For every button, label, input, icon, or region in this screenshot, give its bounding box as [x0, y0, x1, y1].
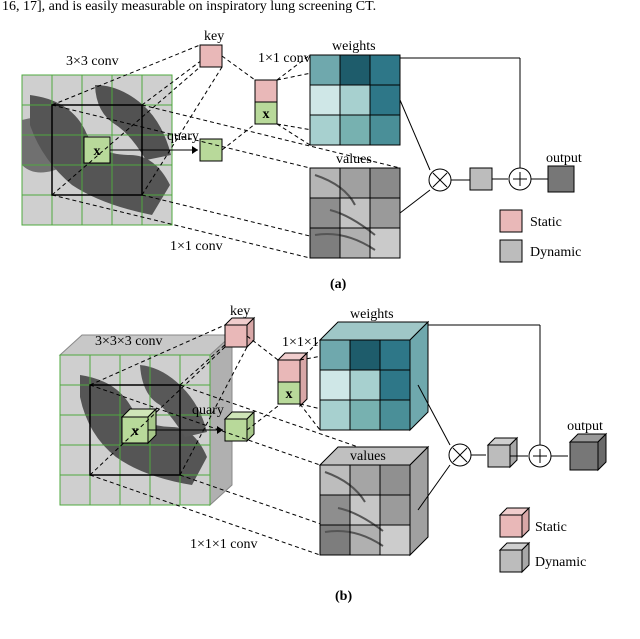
b-caption: (b)	[335, 589, 352, 604]
a-legend-dynamic: Dynamic	[530, 245, 581, 260]
a-conv1-label: 1×1 conv	[170, 239, 223, 254]
b-key-label: key	[230, 304, 250, 319]
a-caption: (a)	[330, 277, 347, 292]
a-key-label: key	[204, 29, 224, 44]
context-text: 16, 17], and is easily measurable on ins…	[2, 0, 376, 14]
panel-a: x 3×3 conv key quary 1×1 conv x 1×1 conv	[22, 29, 582, 292]
b-conv1-label: 1×1×1 conv	[190, 537, 258, 552]
a-x-center: x	[94, 144, 101, 159]
panel-b: x 3×3×3 conv key quary 1×1×1 conv	[60, 304, 606, 604]
b-weights-cube: weights	[320, 307, 428, 430]
a-conv3-label: 3×3 conv	[66, 54, 119, 69]
a-weights-label: weights	[332, 39, 376, 54]
b-legend-static: Static	[535, 520, 567, 535]
a-values-label: values	[336, 152, 372, 167]
b-x-center: x	[132, 424, 139, 439]
b-weights-label: weights	[350, 307, 394, 322]
b-output-label: output	[567, 419, 603, 434]
diagram-canvas: 16, 17], and is easily measurable on ins…	[0, 0, 640, 639]
b-quary-label: quary	[192, 403, 224, 418]
a-legend: Static Dynamic	[500, 210, 581, 262]
b-legend-dynamic: Dynamic	[535, 555, 586, 570]
a-x-stack: x	[263, 107, 270, 122]
b-x-stack: x	[286, 387, 293, 402]
a-conv1x1-label: 1×1 conv	[258, 51, 311, 66]
a-values-grid: values	[310, 152, 400, 258]
b-values-label: values	[350, 449, 386, 464]
a-weights-grid: weights	[310, 39, 400, 145]
b-values-cube: values	[320, 447, 428, 555]
a-legend-static: Static	[530, 215, 562, 230]
a-output-label: output	[546, 151, 582, 166]
b-legend: Static Dynamic	[500, 508, 586, 572]
b-conv3-label: 3×3×3 conv	[95, 334, 163, 349]
